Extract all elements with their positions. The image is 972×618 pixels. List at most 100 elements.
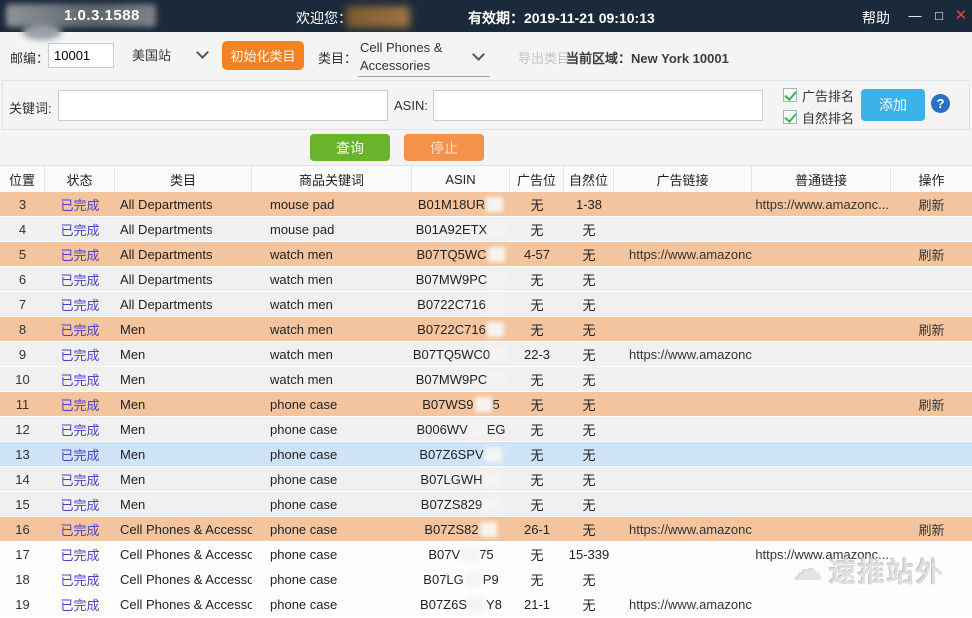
table-row[interactable]: 3 已完成 All Departments mouse pad B01M18UR… [0,192,972,217]
refresh-button[interactable]: 刷新 [891,317,972,341]
checkbox-checked-icon[interactable] [783,110,797,124]
refresh-button[interactable] [891,267,972,291]
refresh-button[interactable] [891,492,972,516]
help-icon[interactable]: ? [931,94,950,113]
refresh-button[interactable] [891,442,972,466]
table-row[interactable]: 4 已完成 All Departments mouse pad B01A92ET… [0,217,972,242]
header-normal-link[interactable]: 普通链接 [752,166,891,192]
cell-normal-link[interactable] [752,392,891,416]
redaction-blur [487,322,504,337]
asin-input[interactable] [433,90,763,121]
cell-normal-link[interactable] [752,517,891,541]
table-row[interactable]: 8 已完成 Men watch men B0722C716 无 无 刷新 [0,317,972,342]
cell-ad-link[interactable] [614,217,752,241]
keyword-input[interactable] [58,90,388,121]
table-row[interactable]: 10 已完成 Men watch men B07MW9PC 无 无 [0,367,972,392]
cell-ad-link[interactable] [614,467,752,491]
table-row[interactable]: 11 已完成 Men phone case B07WS95 无 无 刷新 [0,392,972,417]
category-dropdown[interactable]: Cell Phones & Accessories [358,35,490,77]
cell-ad-link[interactable]: https://www.amazonc... [614,342,752,366]
table-row[interactable]: 18 已完成 Cell Phones & Accessori phone cas… [0,567,972,592]
refresh-button[interactable] [891,592,972,616]
refresh-button[interactable]: 刷新 [891,242,972,266]
help-link[interactable]: 帮助 [862,8,890,28]
minimize-button[interactable]: — [904,6,926,26]
table-row[interactable]: 5 已完成 All Departments watch men B07TQ5WC… [0,242,972,267]
refresh-button[interactable]: 刷新 [891,517,972,541]
cell-normal-link[interactable] [752,242,891,266]
add-button[interactable]: 添加 [861,89,925,121]
cell-normal-link[interactable] [752,467,891,491]
header-keyword[interactable]: 商品关键词 [252,166,412,192]
table-row[interactable]: 17 已完成 Cell Phones & Accessori phone cas… [0,542,972,567]
refresh-button[interactable] [891,342,972,366]
cell-ad-link[interactable] [614,267,752,291]
cell-ad-link[interactable] [614,542,752,566]
cell-ad-link[interactable] [614,367,752,391]
cell-normal-link[interactable]: https://www.amazonc... [752,542,891,566]
cell-ad-link[interactable] [614,442,752,466]
ad-rank-checkbox[interactable]: 广告排名 [783,84,854,106]
table-row[interactable]: 14 已完成 Men phone case B07LGWH 无 无 [0,467,972,492]
maximize-button[interactable]: □ [928,6,950,26]
init-category-button[interactable]: 初始化类目 [222,41,304,70]
header-status[interactable]: 状态 [45,166,115,192]
cell-normal-link[interactable] [752,342,891,366]
cell-normal-link[interactable]: https://www.amazonc... [752,192,891,216]
cell-normal-link[interactable] [752,217,891,241]
refresh-button[interactable] [891,217,972,241]
zip-input[interactable] [48,43,114,68]
cell-ad-link[interactable] [614,317,752,341]
search-button[interactable]: 查询 [310,134,390,161]
table-row[interactable]: 15 已完成 Men phone case B07ZS829 无 无 [0,492,972,517]
header-ad-position[interactable]: 广告位 [510,166,564,192]
header-ad-link[interactable]: 广告链接 [614,166,752,192]
close-button[interactable]: ✕ [950,6,972,26]
cell-ad-link[interactable] [614,492,752,516]
cell-ad-link[interactable] [614,417,752,441]
cell-ad-link[interactable] [614,567,752,591]
cell-normal-link[interactable] [752,417,891,441]
header-asin[interactable]: ASIN [412,166,510,192]
header-category[interactable]: 类目 [115,166,252,192]
table-row[interactable]: 13 已完成 Men phone case B07Z6SPV 无 无 [0,442,972,467]
table-row[interactable]: 16 已完成 Cell Phones & Accessori phone cas… [0,517,972,542]
table-row[interactable]: 9 已完成 Men watch men B07TQ5WC0 22-3 无 htt… [0,342,972,367]
table-row[interactable]: 12 已完成 Men phone case B006WVEG 无 无 [0,417,972,442]
cell-asin: B0722C716 [412,317,510,341]
refresh-button[interactable] [891,367,972,391]
cell-ad-link[interactable] [614,292,752,316]
cell-ad-link[interactable]: https://www.amazonc... [614,242,752,266]
cell-normal-link[interactable] [752,442,891,466]
refresh-button[interactable] [891,467,972,491]
natural-rank-checkbox[interactable]: 自然排名 [783,106,854,128]
table-row[interactable]: 7 已完成 All Departments watch men B0722C71… [0,292,972,317]
table-row[interactable]: 6 已完成 All Departments watch men B07MW9PC… [0,267,972,292]
cell-normal-link[interactable] [752,367,891,391]
cell-ad-link[interactable]: https://www.amazonc... [614,592,752,616]
refresh-button[interactable]: 刷新 [891,392,972,416]
refresh-button[interactable] [891,542,972,566]
cell-normal-link[interactable] [752,592,891,616]
refresh-button[interactable] [891,567,972,591]
checkbox-checked-icon[interactable] [783,88,797,102]
cell-normal-link[interactable] [752,317,891,341]
header-natural-position[interactable]: 自然位 [564,166,614,192]
cell-ad-link[interactable] [614,192,752,216]
refresh-button[interactable] [891,292,972,316]
cell-ad-link[interactable] [614,392,752,416]
cell-normal-link[interactable] [752,292,891,316]
refresh-button[interactable] [891,417,972,441]
cell-ad-link[interactable]: https://www.amazonc... [614,517,752,541]
cell-normal-link[interactable] [752,567,891,591]
header-operation[interactable]: 操作 [891,166,972,192]
stop-button[interactable]: 停止 [404,134,484,161]
header-position[interactable]: 位置 [0,166,45,192]
cell-normal-link[interactable] [752,267,891,291]
expiry-date: 有效期：2019-11-21 09:10:13 [468,8,655,28]
refresh-button[interactable]: 刷新 [891,192,972,216]
cell-category: Cell Phones & Accessori [115,542,252,566]
cell-normal-link[interactable] [752,492,891,516]
table-row[interactable]: 19 已完成 Cell Phones & Accessori phone cas… [0,592,972,617]
export-category-button[interactable]: 导出类目 [518,48,570,67]
